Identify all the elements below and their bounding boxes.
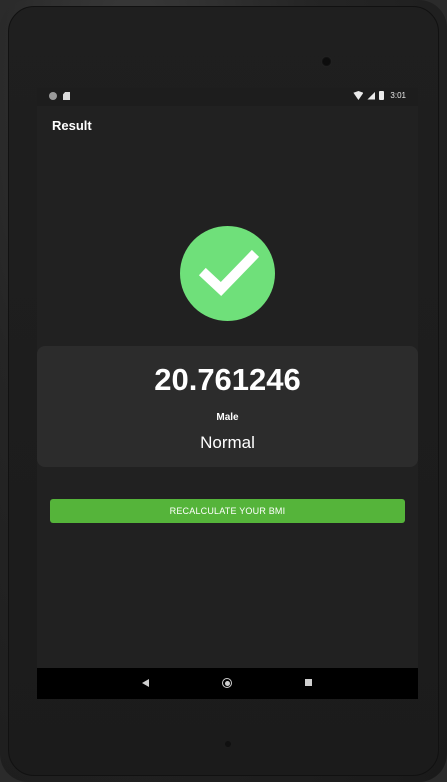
battery-icon [379, 91, 385, 100]
app-bar: Result [37, 106, 418, 146]
app-screen: 3:01 Result 20.761246 Male Normal RECALC… [37, 88, 418, 699]
recalculate-button[interactable]: RECALCULATE YOUR BMI [50, 499, 405, 523]
status-clock: 3:01 [390, 91, 406, 100]
page-title: Result [52, 118, 92, 133]
tablet-frame: 3:01 Result 20.761246 Male Normal RECALC… [0, 0, 447, 782]
gender-label: Male [216, 412, 239, 423]
notification-dot-icon [49, 92, 57, 100]
status-bar: 3:01 [37, 88, 418, 106]
back-icon[interactable] [142, 679, 149, 687]
navigation-bar [37, 668, 418, 699]
signal-icon [367, 91, 376, 100]
sd-card-icon [63, 92, 70, 100]
bmi-category: Normal [200, 433, 255, 452]
recent-apps-icon[interactable] [305, 679, 312, 686]
check-circle-icon [180, 226, 275, 321]
wifi-icon [353, 91, 364, 100]
result-card: 20.761246 Male Normal [37, 346, 418, 467]
bmi-value: 20.761246 [154, 362, 301, 397]
checkmark-icon [198, 249, 260, 297]
home-icon[interactable] [222, 678, 232, 688]
microphone-dot [225, 741, 231, 747]
front-camera [321, 56, 332, 67]
